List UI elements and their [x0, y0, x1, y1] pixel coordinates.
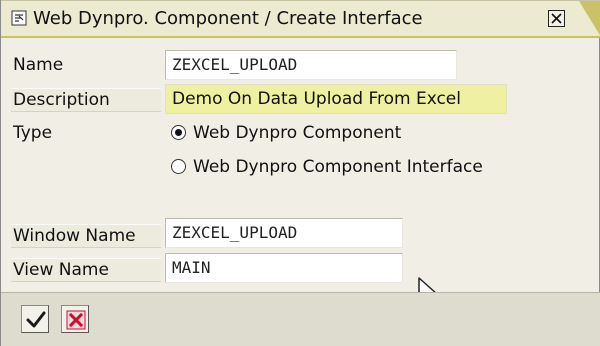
view-name-field[interactable]: MAIN [165, 253, 403, 283]
cancel-button[interactable] [61, 305, 89, 333]
title-bar: Web Dynpro. Component / Create Interface [1, 0, 600, 38]
name-label: Name [13, 55, 64, 75]
description-label: Description [11, 88, 161, 112]
radio-label-component: Web Dynpro Component [193, 123, 402, 143]
create-interface-dialog: Web Dynpro. Component / Create Interface… [0, 0, 600, 346]
dialog-title: Web Dynpro. Component / Create Interface [33, 8, 423, 29]
checkmark-icon [26, 311, 46, 328]
window-icon [11, 10, 27, 26]
radio-label-component-interface: Web Dynpro Component Interface [193, 157, 483, 177]
radio-button-selected[interactable] [171, 125, 186, 140]
title-corner-decoration [579, 1, 600, 36]
radio-button-unselected[interactable] [171, 159, 186, 174]
description-field[interactable]: Demo On Data Upload From Excel [165, 84, 507, 114]
close-button[interactable] [548, 10, 565, 27]
dialog-toolbar [1, 292, 600, 346]
type-label: Type [13, 123, 53, 143]
name-field[interactable]: ZEXCEL_UPLOAD [165, 50, 457, 80]
window-name-label: Window Name [11, 224, 161, 248]
window-name-field[interactable]: ZEXCEL_UPLOAD [165, 218, 403, 248]
cancel-x-icon [66, 310, 86, 330]
view-name-label: View Name [11, 258, 161, 282]
close-icon [551, 13, 562, 24]
confirm-button[interactable] [21, 305, 49, 333]
